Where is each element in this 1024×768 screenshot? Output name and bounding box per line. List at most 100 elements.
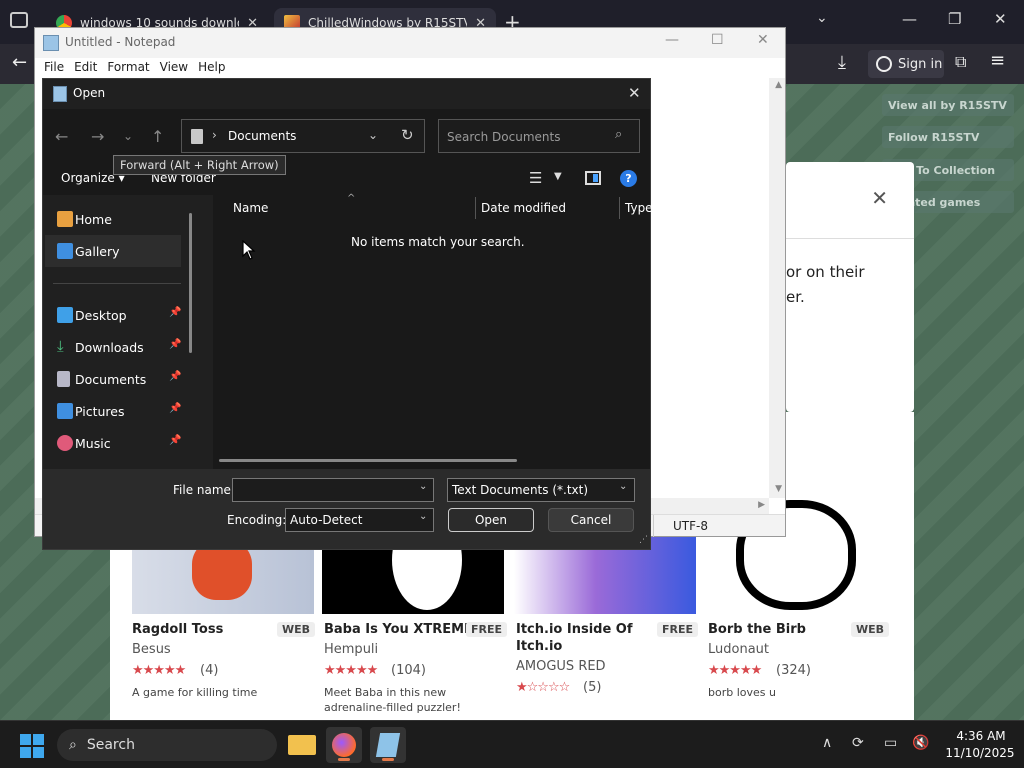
file-name-input[interactable] (232, 478, 434, 502)
windows-start-icon[interactable] (20, 734, 44, 758)
restore-icon[interactable]: ❐ (948, 10, 961, 28)
nav-item-gallery[interactable]: Gallery (45, 235, 181, 267)
nav-item-downloads[interactable]: ⤓ Downloads 📌 (45, 331, 181, 363)
info-modal: ✕ or on their er. (786, 162, 914, 412)
menu-format[interactable]: Format (102, 58, 154, 78)
column-divider[interactable] (475, 197, 476, 219)
nav-item-desktop[interactable]: Desktop 📌 (45, 299, 181, 331)
menu-edit[interactable]: Edit (69, 58, 102, 78)
view-all-button[interactable]: View all by R15STV (882, 94, 1014, 116)
horizontal-scrollbar[interactable] (219, 459, 517, 462)
notepad-title-bar[interactable]: Untitled - Notepad — ☐ ✕ (35, 28, 785, 58)
menu-file[interactable]: File (39, 58, 69, 78)
menu-help[interactable]: Help (193, 58, 230, 78)
back-arrow-icon[interactable]: ← (12, 52, 27, 73)
up-arrow-icon[interactable]: ↑ (151, 127, 164, 146)
nav-item-home[interactable]: Home (45, 203, 181, 235)
sign-in-button[interactable]: Sign in (868, 50, 944, 78)
pin-icon[interactable]: 📌 (169, 371, 181, 382)
minimize-icon[interactable]: — (665, 32, 679, 48)
game-author[interactable]: Besus (132, 642, 171, 657)
nav-scrollbar[interactable] (189, 213, 192, 353)
chevron-down-icon[interactable]: ⌄ (816, 10, 828, 26)
close-window-icon[interactable]: ✕ (994, 10, 1007, 28)
column-divider[interactable] (619, 197, 620, 219)
tab-overview-icon[interactable] (10, 12, 28, 28)
rating-stars: ★★★★★ (132, 663, 186, 678)
refresh-icon[interactable]: ↻ (401, 126, 414, 144)
pane-splitter[interactable] (201, 195, 213, 469)
encoding-select[interactable]: Auto-Detect (285, 508, 434, 532)
window-title: Untitled - Notepad (65, 35, 176, 49)
extensions-icon[interactable]: ⧉ (955, 52, 966, 72)
file-explorer-taskbar-icon[interactable] (284, 727, 320, 763)
search-input[interactable] (447, 128, 607, 146)
column-date-modified[interactable]: Date modified (481, 201, 566, 215)
column-name[interactable]: Name (233, 201, 268, 215)
close-window-icon[interactable]: ✕ (757, 32, 769, 48)
nav-item-pictures[interactable]: Pictures 📌 (45, 395, 181, 427)
notepad-taskbar-icon[interactable] (370, 727, 406, 763)
chevron-down-icon[interactable]: ⌄ (419, 481, 427, 492)
dialog-title-bar[interactable]: Open ✕ (43, 79, 650, 109)
vertical-scrollbar[interactable] (769, 78, 785, 498)
game-title[interactable]: Ragdoll Toss (132, 621, 223, 638)
taskbar-search[interactable]: ⌕ Search (57, 729, 277, 761)
view-options-icon[interactable]: ☰ (529, 169, 542, 187)
close-icon[interactable]: ✕ (871, 186, 888, 210)
scroll-down-arrow-icon[interactable]: ▼ (775, 484, 782, 494)
chevron-down-icon[interactable]: ⌄ (368, 128, 378, 142)
game-title[interactable]: Baba Is You XTREME (324, 621, 473, 638)
chevron-down-icon[interactable]: ⌄ (419, 511, 427, 522)
recent-locations-chevron-icon[interactable]: ⌄ (123, 129, 133, 143)
breadcrumb-chevron-icon[interactable]: › (212, 128, 217, 142)
resize-grip-icon[interactable]: ⋰ (639, 535, 648, 545)
open-button[interactable]: Open (448, 508, 534, 532)
column-type[interactable]: Type (625, 201, 653, 215)
game-author[interactable]: Hempuli (324, 642, 378, 657)
pin-icon[interactable]: 📌 (169, 435, 181, 446)
start-tile (33, 734, 44, 745)
nav-item-documents[interactable]: Documents 📌 (45, 363, 181, 395)
address-bar[interactable]: › Documents ⌄ ↻ (181, 119, 425, 153)
game-author[interactable]: Ludonaut (708, 642, 769, 657)
volume-muted-icon[interactable]: 🔇 (912, 735, 929, 751)
file-name-label: File name: (173, 483, 235, 497)
breadcrumb-documents[interactable]: Documents (228, 129, 296, 143)
help-icon[interactable]: ? (620, 170, 637, 187)
forward-arrow-icon[interactable]: → (91, 127, 104, 146)
display-icon[interactable]: ▭ (884, 735, 897, 751)
scroll-right-arrow-icon[interactable]: ▶ (758, 500, 765, 510)
clock-time[interactable]: 4:36 AM (946, 729, 1016, 743)
clock-date[interactable]: 11/10/2025 (940, 746, 1020, 760)
hamburger-menu-icon[interactable]: ≡ (990, 50, 1005, 71)
back-arrow-icon[interactable]: ← (55, 127, 68, 146)
chevron-down-icon[interactable]: ▼ (554, 171, 562, 182)
game-author[interactable]: AMOGUS RED (516, 659, 606, 674)
scroll-up-arrow-icon[interactable]: ▲ (775, 80, 782, 90)
pin-icon[interactable]: 📌 (169, 307, 181, 318)
cursor-arrow (242, 240, 256, 260)
game-title[interactable]: Itch.io Inside Of Itch.io (516, 621, 646, 655)
tray-overflow-chevron-icon[interactable]: ∧ (822, 735, 832, 751)
sync-icon[interactable]: ⟳ (852, 735, 864, 751)
preview-pane-icon[interactable] (585, 171, 601, 185)
divider (53, 283, 181, 284)
chevron-down-icon[interactable]: ⌄ (619, 481, 627, 492)
game-title[interactable]: Borb the Birb (708, 621, 806, 638)
download-icon[interactable]: ⤓ (838, 52, 846, 73)
nav-item-music[interactable]: Music 📌 (45, 427, 181, 459)
pin-icon[interactable]: 📌 (169, 403, 181, 414)
menu-view[interactable]: View (155, 58, 193, 78)
file-type-select[interactable]: Text Documents (*.txt) (447, 478, 635, 502)
search-icon[interactable]: ⌕ (615, 127, 622, 142)
search-box[interactable]: ⌕ (438, 119, 640, 153)
minimize-icon[interactable]: — (902, 10, 917, 28)
music-icon (57, 435, 73, 451)
firefox-taskbar-icon[interactable] (326, 727, 362, 763)
follow-button[interactable]: Follow R15STV (882, 126, 1014, 148)
close-icon[interactable]: ✕ (628, 84, 641, 102)
cancel-button[interactable]: Cancel (548, 508, 634, 532)
pin-icon[interactable]: 📌 (169, 339, 181, 350)
maximize-icon[interactable]: ☐ (711, 32, 724, 48)
